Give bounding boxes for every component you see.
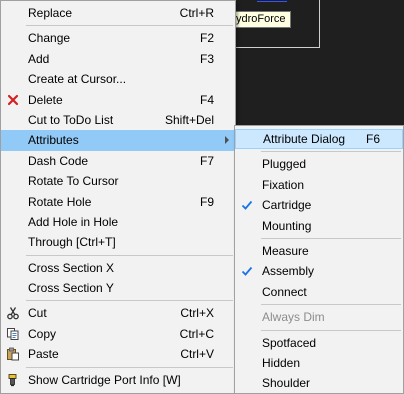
submenu-item-measure[interactable]: Measure xyxy=(235,241,403,261)
context-menu: Replace Ctrl+R Change F2 Add F3 Create a… xyxy=(0,0,236,394)
canvas-link-line xyxy=(257,0,287,2)
menu-item-label: Cross Section X xyxy=(28,260,115,275)
menu-item-shortcut: Ctrl+V xyxy=(180,347,214,362)
menu-item-shortcut: F2 xyxy=(199,31,214,46)
cartridge-port-icon xyxy=(8,373,17,386)
submenu-item-connect[interactable]: Connect xyxy=(235,282,403,302)
menu-item-label: Connect xyxy=(262,284,307,299)
menu-item-paste[interactable]: Paste Ctrl+V xyxy=(1,344,235,364)
menu-item-shortcut: F6 xyxy=(365,132,380,146)
menu-item-shortcut: F3 xyxy=(199,51,214,66)
menu-item-add[interactable]: Add F3 xyxy=(1,49,235,69)
submenu-item-assembly[interactable]: Assembly xyxy=(235,261,403,281)
menu-item-label: Through [Ctrl+T] xyxy=(28,235,116,250)
menu-item-label: Spotfaced xyxy=(262,335,317,350)
submenu-item-cartridge[interactable]: Cartridge xyxy=(235,195,403,215)
menu-item-label: Hidden xyxy=(262,355,301,370)
menu-item-label: Plugged xyxy=(262,157,307,172)
menu-item-label: Shoulder xyxy=(262,376,311,391)
menu-item-label: Fixation xyxy=(262,177,305,192)
menu-item-cross-section-x[interactable]: Cross Section X xyxy=(1,258,235,278)
menu-item-show-cartridge-port-info[interactable]: Show Cartridge Port Info [W] xyxy=(1,370,235,390)
menu-separator xyxy=(261,237,401,239)
submenu-item-attribute-dialog[interactable]: Attribute Dialog F6 xyxy=(235,129,403,150)
menu-item-cross-section-y[interactable]: Cross Section Y xyxy=(1,278,235,298)
menu-item-create-at-cursor[interactable]: Create at Cursor... xyxy=(1,69,235,89)
menu-item-shortcut: F7 xyxy=(199,153,214,168)
menu-item-change[interactable]: Change F2 xyxy=(1,28,235,48)
menu-item-copy[interactable]: Copy Ctrl+C xyxy=(1,324,235,344)
menu-item-label: Delete xyxy=(28,92,63,107)
menu-item-label: Mounting xyxy=(262,218,312,233)
menu-item-attributes[interactable]: Attributes xyxy=(1,130,235,151)
menu-separator xyxy=(26,254,233,256)
checkmark-icon xyxy=(241,201,253,210)
menu-item-label: Copy xyxy=(28,326,57,341)
menu-separator xyxy=(261,151,401,153)
menu-item-label: Always Dim xyxy=(262,310,325,325)
menu-separator xyxy=(261,329,401,331)
menu-item-label: Add Hole in Hole xyxy=(28,214,119,229)
menu-item-label: Cartridge xyxy=(262,198,312,213)
checkmark-icon xyxy=(241,267,253,277)
submenu-item-fixation[interactable]: Fixation xyxy=(235,175,403,195)
menu-item-replace[interactable]: Replace Ctrl+R xyxy=(1,3,235,23)
menu-item-label: Create at Cursor... xyxy=(28,72,127,87)
menu-item-label: Attribute Dialog xyxy=(263,132,346,146)
submenu-item-spotfaced[interactable]: Spotfaced xyxy=(235,333,403,353)
submenu-item-always-dim: Always Dim xyxy=(235,307,403,327)
menu-item-shortcut: Shift+Del xyxy=(164,112,214,127)
menu-separator xyxy=(26,366,233,368)
menu-separator xyxy=(26,25,233,27)
menu-item-cut[interactable]: Cut Ctrl+X xyxy=(1,303,235,323)
menu-item-add-hole-in-hole[interactable]: Add Hole in Hole xyxy=(1,212,235,232)
submenu-item-mounting[interactable]: Mounting xyxy=(235,216,403,236)
menu-item-cut-to-todo[interactable]: Cut to ToDo List Shift+Del xyxy=(1,110,235,130)
submenu-item-hidden[interactable]: Hidden xyxy=(235,353,403,373)
canvas-tooltip: ydroForce xyxy=(233,11,291,28)
menu-item-label: Dash Code xyxy=(28,153,89,168)
menu-item-shortcut: F4 xyxy=(199,92,214,107)
menu-item-label: Change xyxy=(28,31,71,46)
submenu-arrow-icon xyxy=(225,136,229,145)
menu-item-label: Measure xyxy=(262,243,309,258)
menu-item-delete[interactable]: Delete F4 xyxy=(1,90,235,110)
menu-item-shortcut: F9 xyxy=(199,194,214,209)
menu-item-label: Assembly xyxy=(262,264,315,279)
copy-icon xyxy=(7,327,19,340)
submenu-item-shoulder[interactable]: Shoulder xyxy=(235,373,403,393)
menu-item-rotate-to-cursor[interactable]: Rotate To Cursor xyxy=(1,171,235,191)
submenu-item-plugged[interactable]: Plugged xyxy=(235,154,403,174)
menu-item-label: Paste xyxy=(28,347,59,362)
menu-item-label: Cross Section Y xyxy=(28,281,114,296)
menu-item-label: Show Cartridge Port Info [W] xyxy=(28,372,181,387)
menu-item-label: Add xyxy=(28,51,50,66)
menu-item-shortcut: Ctrl+X xyxy=(180,306,214,321)
attributes-submenu: Attribute Dialog F6 Plugged Fixation Car… xyxy=(234,125,404,394)
menu-item-rotate-hole[interactable]: Rotate Hole F9 xyxy=(1,192,235,212)
menu-separator xyxy=(261,304,401,306)
menu-item-through[interactable]: Through [Ctrl+T] xyxy=(1,232,235,252)
menu-item-label: Attributes xyxy=(28,133,79,148)
menu-item-label: Replace xyxy=(28,6,73,20)
menu-item-dash-code[interactable]: Dash Code F7 xyxy=(1,151,235,171)
menu-item-label: Rotate Hole xyxy=(28,194,92,209)
red-x-icon xyxy=(7,94,19,105)
menu-item-label: Cut to ToDo List xyxy=(28,112,114,127)
menu-item-label: Cut xyxy=(28,306,47,321)
menu-item-shortcut: Ctrl+R xyxy=(179,6,214,20)
paste-icon xyxy=(7,347,19,361)
scissors-icon xyxy=(7,307,19,320)
menu-separator xyxy=(26,300,233,302)
menu-item-shortcut: Ctrl+C xyxy=(179,326,214,341)
menu-item-label: Rotate To Cursor xyxy=(28,174,119,189)
